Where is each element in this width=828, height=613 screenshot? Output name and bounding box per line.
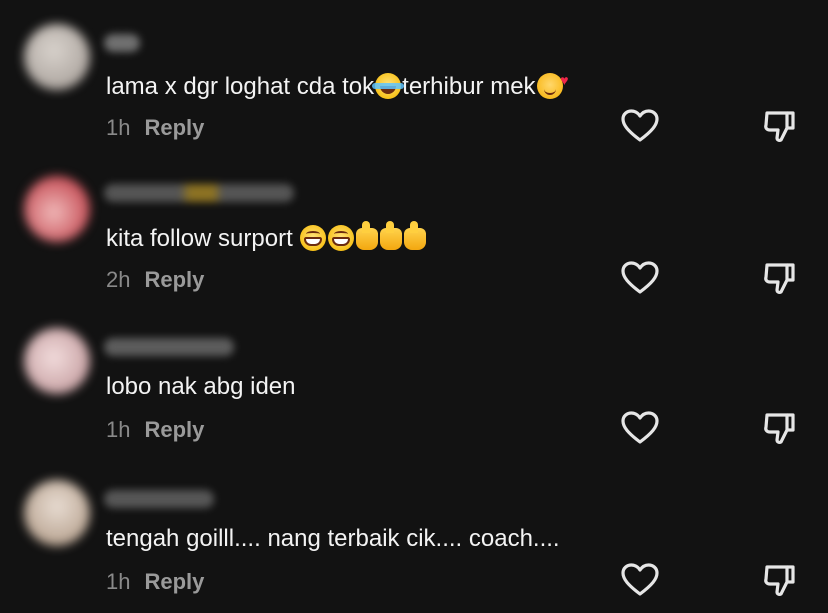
comment-text-part: kita follow surport — [106, 225, 300, 252]
comment-time: 1h — [106, 569, 131, 594]
tears-of-joy-emoji — [372, 73, 405, 99]
thumbs-up-emoji — [404, 221, 427, 250]
username-blurred[interactable] — [104, 490, 214, 508]
thumbs-down-outline-icon[interactable] — [760, 410, 800, 446]
avatar[interactable] — [24, 480, 90, 546]
comment-text: kita follow surport — [106, 221, 427, 254]
heart-outline-icon[interactable] — [620, 260, 660, 296]
reply-button[interactable]: Reply — [144, 267, 204, 292]
comment-text: lama x dgr loghat cda tok terhibur mek — [106, 65, 569, 102]
thumbs-down-outline-icon[interactable] — [760, 108, 800, 144]
comment-time: 2h — [106, 267, 131, 292]
comment-meta: 2h Reply — [106, 266, 204, 294]
comment-meta: 1h Reply — [106, 114, 204, 142]
username-blurred[interactable] — [104, 34, 140, 52]
beaming-face-emoji — [328, 225, 355, 251]
comment-item: lama x dgr loghat cda tok terhibur mek 1h… — [0, 0, 828, 152]
avatar[interactable] — [24, 24, 90, 90]
avatar[interactable] — [24, 328, 90, 394]
reply-button[interactable]: Reply — [144, 115, 204, 140]
heart-outline-icon[interactable] — [620, 108, 660, 144]
thumbs-down-outline-icon[interactable] — [760, 260, 800, 296]
comment-time: 1h — [106, 115, 131, 140]
thumbs-up-emoji — [380, 221, 403, 250]
thumbs-up-emoji — [356, 221, 379, 250]
username-blurred[interactable] — [104, 184, 294, 202]
comment-item: lobo nak abg iden 1h Reply — [0, 304, 828, 456]
reply-button[interactable]: Reply — [144, 569, 204, 594]
comment-text-part: lobo nak abg iden — [106, 373, 296, 400]
comment-text-part: tengah goilll.... nang terbaik cik.... c… — [106, 525, 560, 552]
thumbs-down-outline-icon[interactable] — [760, 562, 800, 598]
comment-text: tengah goilll.... nang terbaik cik.... c… — [106, 524, 560, 554]
beaming-face-emoji — [300, 225, 327, 251]
comment-meta: 1h Reply — [106, 416, 204, 444]
heart-outline-icon[interactable] — [620, 562, 660, 598]
comment-item: kita follow surport 2h Reply — [0, 152, 828, 304]
avatar[interactable] — [24, 176, 90, 242]
smiling-face-with-hearts-emoji — [536, 65, 569, 99]
comment-text: lobo nak abg iden — [106, 372, 296, 402]
comment-text-part: terhibur mek — [402, 73, 536, 100]
comment-time: 1h — [106, 417, 131, 442]
reply-button[interactable]: Reply — [144, 417, 204, 442]
heart-outline-icon[interactable] — [620, 410, 660, 446]
username-blurred[interactable] — [104, 338, 234, 356]
comment-meta: 1h Reply — [106, 568, 204, 596]
comment-text-part: lama x dgr loghat cda tok — [106, 73, 375, 100]
comment-item: tengah goilll.... nang terbaik cik.... c… — [0, 456, 828, 608]
